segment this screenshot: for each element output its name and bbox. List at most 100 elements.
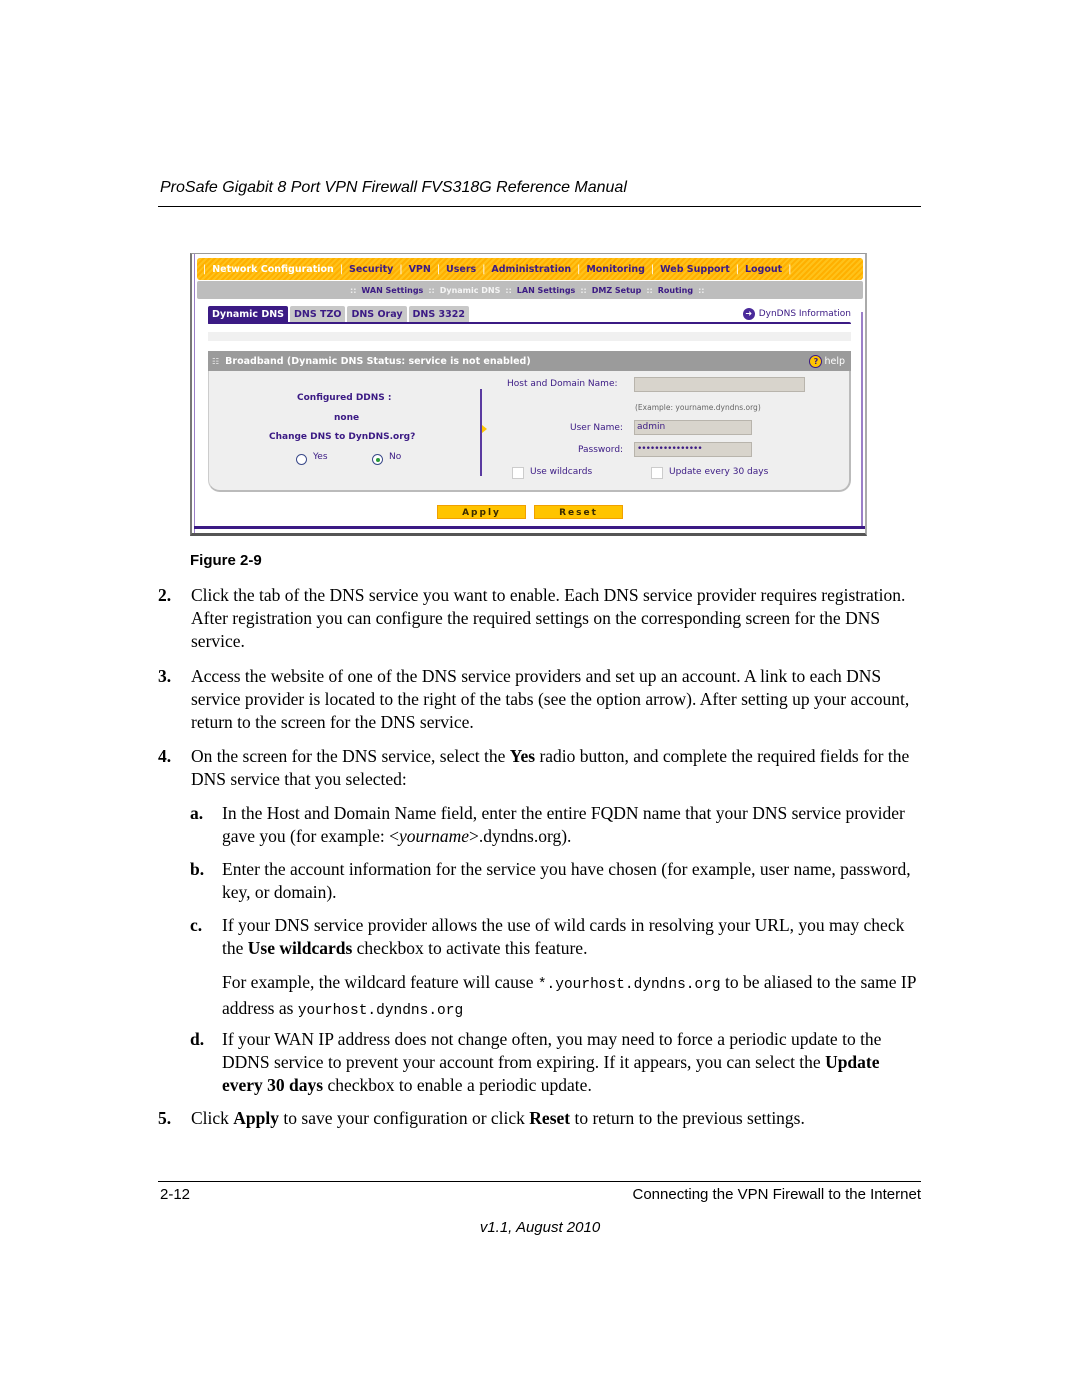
user-name-input[interactable]: admin [634, 420, 752, 435]
italic-term: yourname [399, 826, 470, 846]
text: >.dyndns.org). [469, 826, 572, 846]
substep-c: c. If your DNS service provider allows t… [190, 914, 920, 960]
frame-edge [194, 526, 865, 529]
step-number: 2. [158, 585, 172, 605]
step-2: 2. Click the tab of the DNS service you … [158, 584, 920, 653]
nav-monitoring[interactable]: Monitoring [586, 264, 645, 275]
tab-dns-tzo[interactable]: DNS TZO [290, 306, 346, 323]
help-label: help [824, 355, 845, 367]
substep-letter: a. [190, 803, 204, 823]
step-number: 5. [158, 1108, 172, 1128]
nav-logout[interactable]: Logout [745, 264, 782, 275]
substep-text: Enter the account information for the se… [222, 859, 911, 902]
arrow-right-circle-icon: ➜ [742, 308, 755, 320]
frame-edge [194, 254, 195, 533]
substep-c-example: For example, the wildcard feature will c… [222, 971, 920, 1023]
text: For example, the wildcard feature will c… [222, 972, 538, 992]
subnav-dynamic-dns[interactable]: Dynamic DNS [440, 286, 501, 295]
bold-term: Yes [509, 746, 536, 766]
tab-dns-3322[interactable]: DNS 3322 [408, 306, 469, 323]
top-nav: | Network Configuration | Security | VPN… [197, 258, 863, 280]
step-text: Click the tab of the DNS service you wan… [191, 585, 906, 651]
subnav-lan-settings[interactable]: LAN Settings [517, 286, 576, 295]
host-domain-label: Host and Domain Name: [507, 379, 618, 389]
version-date: v1.1, August 2010 [479, 1219, 601, 1236]
host-domain-input[interactable] [634, 377, 805, 392]
step-number: 3. [158, 666, 172, 686]
text: On the screen for the DNS service, selec… [191, 746, 510, 766]
substep-text: If your WAN IP address does not change o… [222, 1028, 920, 1097]
bold-term: Use wildcards [247, 938, 353, 958]
tab-underline [208, 322, 851, 324]
update-30-days-label: Update every 30 days [669, 467, 769, 477]
text: If your WAN IP address does not change o… [222, 1029, 882, 1072]
message-bar [208, 332, 851, 341]
bold-term: Apply [233, 1108, 280, 1128]
reset-button[interactable]: Reset [534, 505, 623, 519]
chapter-title: Connecting the VPN Firewall to the Inter… [632, 1186, 922, 1203]
code: *.yourhost.dyndns.org [537, 977, 721, 993]
radio-yes-label: Yes [313, 452, 328, 462]
nav-web-support[interactable]: Web Support [660, 264, 730, 275]
running-header: ProSafe Gigabit 8 Port VPN Firewall FVS3… [160, 179, 627, 196]
tab-dynamic-dns[interactable]: Dynamic DNS [208, 306, 289, 323]
step-5: 5. Click Apply to save your configuratio… [158, 1107, 920, 1130]
step-number: 4. [158, 746, 172, 766]
radio-no-label: No [389, 452, 402, 462]
substep-text: If your DNS service provider allows the … [222, 914, 920, 960]
tab-dns-oray[interactable]: DNS Oray [347, 306, 407, 323]
text: checkbox to activate this feature. [352, 938, 588, 958]
grid-icon: ☷ [212, 356, 220, 366]
substep-letter: b. [190, 859, 205, 879]
frame-edge [861, 312, 863, 529]
subnav-dmz-setup[interactable]: DMZ Setup [592, 286, 642, 295]
help-icon: ? [809, 354, 823, 368]
figure-caption: Figure 2-9 [190, 552, 262, 569]
use-wildcards-checkbox[interactable] [512, 467, 524, 479]
host-example-text: (Example: yourname.dyndns.org) [635, 403, 761, 412]
footer-rule [158, 1181, 921, 1182]
dyndns-information-label: DynDNS Information [758, 309, 851, 319]
bold-term: Reset [529, 1108, 571, 1128]
nav-users[interactable]: Users [446, 264, 476, 275]
dns-tabs: Dynamic DNS DNS TZO DNS Oray DNS 3322 [208, 306, 471, 323]
step-text: Access the website of one of the DNS ser… [191, 666, 910, 732]
panel-title: Broadband (Dynamic DNS Status: service i… [225, 355, 531, 367]
step-4: 4. On the screen for the DNS service, se… [158, 745, 920, 791]
subnav-wan-settings[interactable]: WAN Settings [361, 286, 423, 295]
code: yourhost.dyndns.org [297, 1003, 464, 1019]
substep-letter: c. [190, 915, 203, 935]
nav-network-configuration[interactable]: Network Configuration [212, 264, 334, 275]
apply-button[interactable]: Apply [437, 505, 526, 519]
configured-ddns-value: none [334, 413, 360, 423]
radio-yes[interactable] [296, 454, 307, 465]
password-label: Password: [578, 445, 624, 455]
nav-security[interactable]: Security [349, 264, 393, 275]
page-number: 2-12 [160, 1186, 191, 1203]
help-link[interactable]: ? help [809, 354, 845, 368]
nav-vpn[interactable]: VPN [409, 264, 431, 275]
subnav-routing[interactable]: Routing [658, 286, 693, 295]
substep-b: b. Enter the account information for the… [190, 858, 920, 904]
user-name-label: User Name: [570, 423, 623, 433]
header-rule [158, 206, 921, 207]
step-3: 3. Access the website of one of the DNS … [158, 665, 920, 734]
text: Click [191, 1108, 234, 1128]
option-arrow-icon [482, 425, 487, 433]
step-text: On the screen for the DNS service, selec… [191, 745, 920, 791]
substep-a: a. In the Host and Domain Name field, en… [190, 802, 920, 848]
text: to save your configuration or click [279, 1108, 530, 1128]
sub-nav: :: WAN Settings :: Dynamic DNS :: LAN Se… [197, 281, 863, 299]
substep-d: d. If your WAN IP address does not chang… [190, 1028, 920, 1097]
dyndns-information-link[interactable]: ➜ DynDNS Information [742, 308, 851, 320]
use-wildcards-label: Use wildcards [530, 467, 593, 477]
update-30-days-checkbox[interactable] [651, 467, 663, 479]
text: checkbox to enable a periodic update. [323, 1075, 592, 1095]
nav-administration[interactable]: Administration [491, 264, 571, 275]
password-input[interactable]: ••••••••••••••• [634, 442, 752, 457]
figure-screenshot: | Network Configuration | Security | VPN… [190, 253, 867, 536]
panel-header: ☷ Broadband (Dynamic DNS Status: service… [208, 351, 851, 371]
configured-ddns-label: Configured DDNS : [297, 393, 392, 403]
radio-no[interactable] [372, 454, 383, 465]
substep-letter: d. [190, 1029, 205, 1049]
